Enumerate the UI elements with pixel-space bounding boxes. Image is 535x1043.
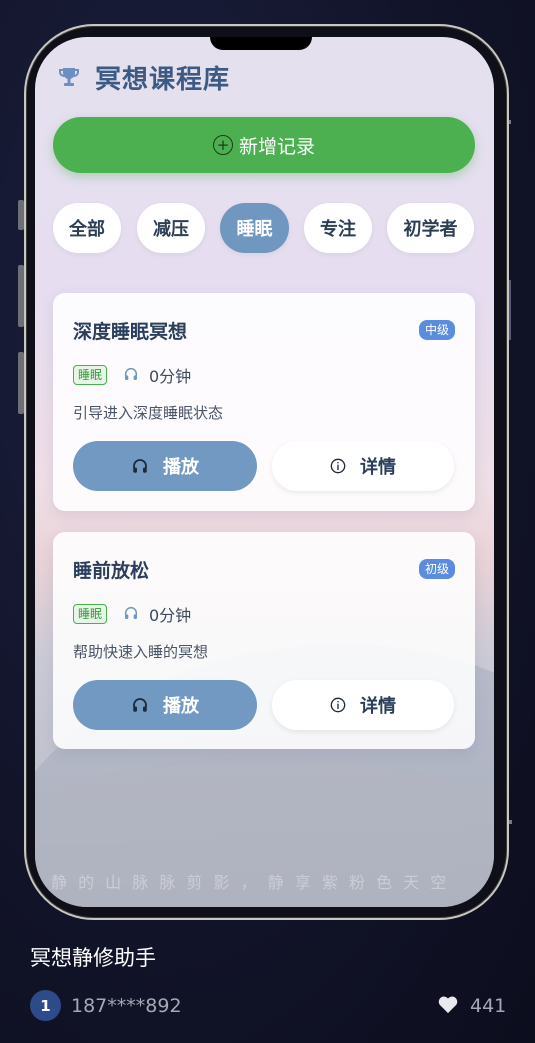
app-name: 冥想静修助手	[30, 946, 156, 970]
screen-caption: 静 的 山 脉 脉 剪 影 ， 静 享 紫 粉 色 天 空	[51, 873, 450, 892]
rank-badge: 1	[30, 990, 61, 1021]
course-description: 帮助快速入睡的冥想	[73, 643, 209, 661]
heart-icon[interactable]	[437, 994, 459, 1014]
course-duration: 0分钟	[149, 367, 192, 386]
detail-label: 详情	[360, 457, 396, 478]
decor-line	[509, 280, 511, 340]
course-description: 引导进入深度睡眠状态	[73, 404, 224, 422]
detail-label: 详情	[360, 696, 396, 717]
filter-chip-stress[interactable]: 减压	[137, 203, 205, 253]
filter-chip-all[interactable]: 全部	[53, 203, 121, 253]
level-badge: 中级	[418, 320, 455, 340]
filter-chip-sleep[interactable]: 睡眠	[220, 203, 289, 253]
user-id: 187****892	[71, 995, 182, 1017]
phone-notch	[210, 37, 312, 50]
plus-circle-icon: +	[212, 135, 233, 155]
level-badge: 初级	[418, 559, 455, 579]
info-icon	[330, 697, 346, 713]
filter-chip-beginner[interactable]: 初学者	[387, 203, 474, 253]
add-record-button[interactable]: + 新增记录	[53, 117, 475, 173]
course-title: 睡前放松	[73, 560, 150, 582]
detail-button[interactable]: 详情	[272, 441, 454, 491]
course-duration: 0分钟	[149, 606, 192, 625]
headphones-icon	[124, 607, 138, 619]
headphones-icon	[124, 368, 138, 380]
trophy-icon	[59, 68, 79, 86]
phone-screen: 冥想课程库 + 新增记录 全部 减压 睡眠 专注 初学者 深度睡眠冥想 中级 睡…	[35, 37, 494, 907]
play-label: 播放	[163, 696, 199, 717]
detail-button[interactable]: 详情	[272, 680, 454, 730]
play-label: 播放	[163, 457, 199, 478]
course-card: 深度睡眠冥想 中级 睡眠 0分钟 引导进入深度睡眠状态 播放 详情	[53, 293, 475, 511]
course-title: 深度睡眠冥想	[73, 321, 188, 343]
headphones-icon	[133, 698, 147, 712]
headphones-icon	[133, 459, 147, 473]
category-tag: 睡眠	[73, 365, 108, 385]
play-button[interactable]: 播放	[73, 441, 257, 491]
course-card: 睡前放松 初级 睡眠 0分钟 帮助快速入睡的冥想 播放 详情	[53, 532, 475, 749]
add-record-label: 新增记录	[238, 135, 315, 158]
like-count: 441	[470, 995, 507, 1017]
page-title: 冥想课程库	[95, 65, 231, 95]
category-tag: 睡眠	[73, 604, 108, 624]
filter-chip-focus[interactable]: 专注	[304, 203, 372, 253]
play-button[interactable]: 播放	[73, 680, 257, 730]
info-icon	[330, 458, 346, 474]
